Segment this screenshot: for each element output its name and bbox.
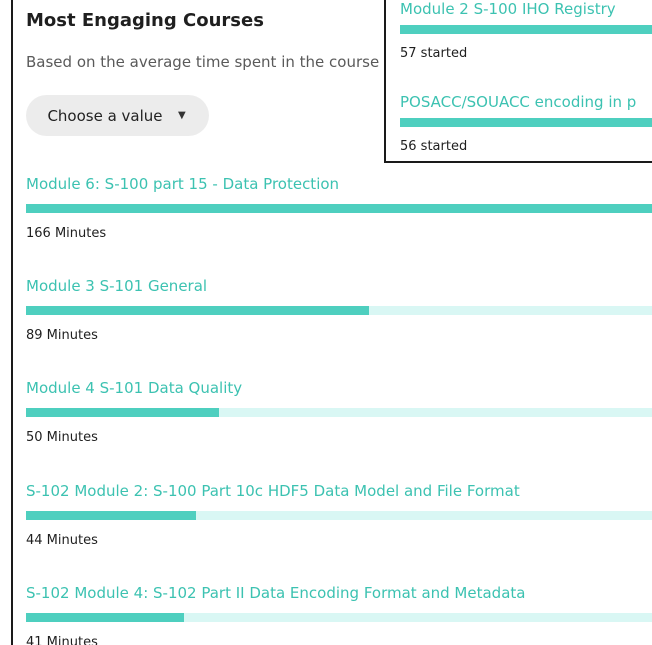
card-subtitle: Based on the average time spent in the c…: [26, 53, 380, 71]
course-link[interactable]: Module 6: S-100 part 15 - Data Protectio…: [26, 174, 652, 194]
most-started-courses-panel: Module 2 S-100 IHO Registry 57 started P…: [384, 0, 652, 163]
course-minutes: 50 Minutes: [26, 430, 98, 445]
popup-started-count: 56 started: [400, 139, 468, 154]
popup-course-link[interactable]: POSACC/SOUACC encoding in p: [400, 92, 652, 112]
progress-bar-fill: [26, 613, 185, 622]
course-minutes: 41 Minutes: [26, 635, 98, 645]
course-minutes: 89 Minutes: [26, 328, 98, 343]
course-link[interactable]: Module 4 S-101 Data Quality: [26, 378, 652, 398]
course-minutes: 166 Minutes: [26, 226, 107, 241]
popup-progress-bar: [400, 25, 652, 34]
popup-started-count: 57 started: [400, 46, 468, 61]
popup-progress-bar: [400, 118, 652, 127]
course-item: Module 6: S-100 part 15 - Data Protectio…: [26, 174, 652, 241]
progress-bar-fill: [26, 204, 652, 213]
course-item: S-102 Module 2: S-100 Part 10c HDF5 Data…: [26, 481, 652, 548]
progress-bar-track: [26, 306, 652, 315]
progress-bar-fill: [26, 306, 370, 315]
progress-bar-fill: [26, 511, 196, 520]
choose-value-dropdown[interactable]: Choose a value ▼: [26, 95, 209, 136]
progress-bar-track: [26, 204, 652, 213]
course-item: Module 4 S-101 Data Quality 50 Minutes: [26, 378, 652, 445]
dropdown-value: Choose a value: [47, 106, 163, 125]
popup-course-item: Module 2 S-100 IHO Registry 57 started: [400, 0, 652, 61]
progress-bar-track: [26, 511, 652, 520]
course-link[interactable]: Module 3 S-101 General: [26, 276, 652, 296]
progress-bar-track: [26, 408, 652, 417]
course-item: Module 3 S-101 General 89 Minutes: [26, 276, 652, 343]
progress-bar-fill: [26, 408, 219, 417]
page: Most Engaging Courses Based on the avera…: [0, 0, 652, 645]
course-minutes: 44 Minutes: [26, 533, 98, 548]
caret-down-icon: ▼: [178, 110, 186, 121]
course-link[interactable]: S-102 Module 2: S-100 Part 10c HDF5 Data…: [26, 481, 652, 501]
course-link[interactable]: S-102 Module 4: S-102 Part II Data Encod…: [26, 583, 652, 603]
popup-course-item: POSACC/SOUACC encoding in p 56 started: [400, 92, 652, 154]
popup-course-link[interactable]: Module 2 S-100 IHO Registry: [400, 0, 652, 19]
card-title: Most Engaging Courses: [26, 10, 264, 31]
course-item: S-102 Module 4: S-102 Part II Data Encod…: [26, 583, 652, 645]
progress-bar-track: [26, 613, 652, 622]
